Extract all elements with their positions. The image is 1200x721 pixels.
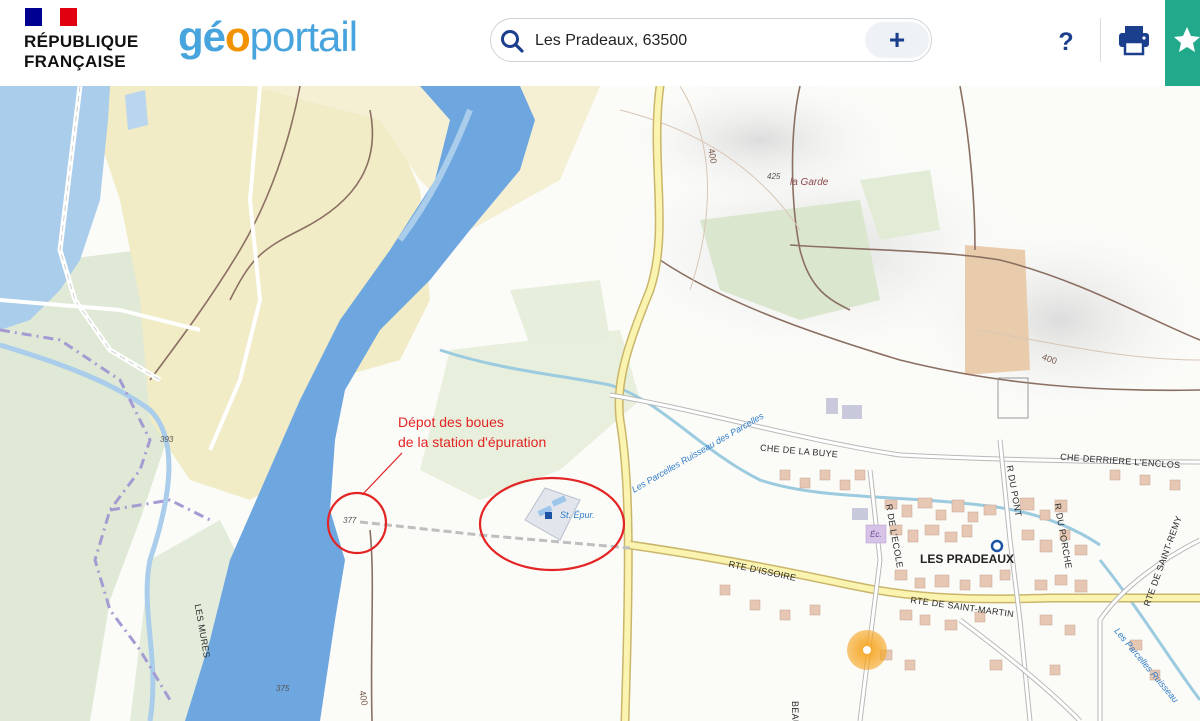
la-garde-label: la Garde bbox=[790, 177, 829, 188]
republique-francaise-logo[interactable]: RÉPUBLIQUE FRANÇAISE bbox=[24, 8, 154, 78]
farmland-area bbox=[965, 245, 1030, 375]
spot-height: 375 bbox=[276, 684, 290, 693]
brand-part-3: portail bbox=[249, 13, 358, 60]
road-label: BEAUFORT bbox=[790, 701, 800, 721]
search-icon[interactable] bbox=[499, 28, 525, 54]
republic-line-2: FRANÇAISE bbox=[24, 52, 126, 71]
spot-height: 377 bbox=[343, 516, 357, 525]
building bbox=[852, 508, 868, 520]
location-marker-dot bbox=[863, 646, 871, 654]
map-canvas bbox=[0, 86, 1200, 721]
annotation-line-1: Dépot des boues bbox=[398, 414, 504, 430]
station-icon bbox=[545, 512, 552, 519]
map-view[interactable]: Dépot des boues de la station d'épuratio… bbox=[0, 86, 1200, 721]
brand-part-2: o bbox=[225, 13, 251, 60]
search-input[interactable] bbox=[535, 29, 835, 53]
building bbox=[842, 405, 862, 419]
spot-height: 393 bbox=[160, 435, 174, 444]
town-center-icon bbox=[990, 539, 1004, 553]
favorite-button[interactable] bbox=[1165, 0, 1200, 86]
building bbox=[826, 398, 838, 414]
star-icon bbox=[1174, 27, 1200, 52]
pond bbox=[125, 90, 148, 130]
republic-line-1: RÉPUBLIQUE bbox=[24, 32, 139, 51]
village-label: LES PRADEAUX bbox=[920, 552, 1015, 566]
search-add-button[interactable]: + bbox=[865, 22, 929, 58]
plus-icon: + bbox=[888, 24, 906, 55]
brand-part-1: gé bbox=[178, 13, 226, 60]
annotation-line-2: de la station d'épuration bbox=[398, 434, 547, 450]
french-flag-icon bbox=[25, 8, 77, 26]
la-garde-altitude: 425 bbox=[767, 172, 781, 181]
help-button[interactable]: ? bbox=[1048, 24, 1084, 60]
geoportail-logo[interactable]: géoportail bbox=[178, 13, 358, 60]
station-label: St. Épur. bbox=[560, 510, 595, 520]
search-bar: + bbox=[490, 18, 932, 62]
header-divider bbox=[1100, 18, 1101, 62]
print-icon[interactable] bbox=[1112, 20, 1156, 60]
school-label: Éc. bbox=[870, 530, 882, 539]
top-header: RÉPUBLIQUE FRANÇAISE géoportail + ? bbox=[0, 0, 1200, 86]
